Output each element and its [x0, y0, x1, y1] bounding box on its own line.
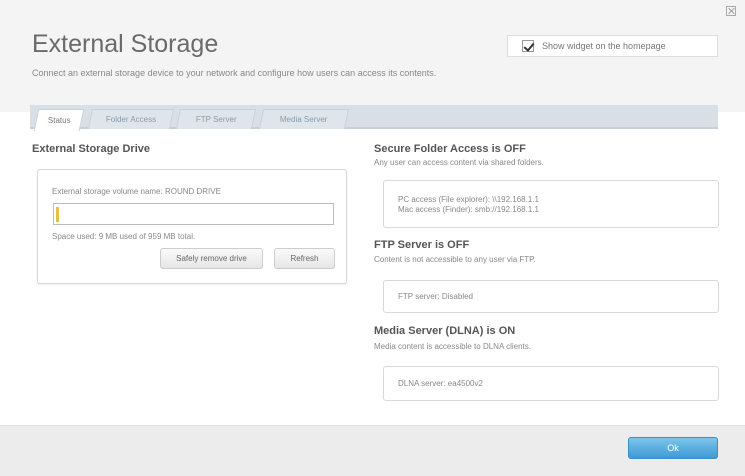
volume-name-input[interactable] [53, 203, 334, 225]
show-widget-label: Show widget on the homepage [542, 41, 666, 51]
tab-status[interactable]: Status [33, 109, 85, 131]
space-used-text: Space used: 9 MB used of 959 MB total. [52, 232, 196, 241]
drive-panel: External storage volume name: ROUND DRIV… [37, 169, 347, 284]
ftp-desc: Content is not accessible to any user vi… [374, 255, 536, 264]
ftp-status-text: FTP server: Disabled [398, 292, 473, 301]
show-widget-toggle[interactable]: Show widget on the homepage [507, 35, 718, 57]
volume-name-text: External storage volume name: ROUND DRIV… [52, 187, 221, 196]
secure-folder-heading: Secure Folder Access is OFF [374, 143, 526, 155]
mac-access-text: Mac access (Finder): smb://192.168.1.1 [398, 205, 539, 214]
secure-folder-desc: Any user can access content via shared f… [374, 158, 544, 167]
refresh-button[interactable]: Refresh [274, 248, 335, 269]
show-widget-checkbox[interactable] [522, 40, 534, 52]
dlna-status-box: DLNA server: ea4500v2 [383, 366, 719, 401]
pc-access-text: PC access (File explorer): \\192.168.1.1 [398, 195, 539, 204]
tab-media-server[interactable]: Media Server [258, 109, 350, 129]
tab-media-server-label: Media Server [280, 115, 328, 124]
ftp-status-box: FTP server: Disabled [383, 280, 719, 313]
folder-access-box: PC access (File explorer): \\192.168.1.1… [383, 180, 719, 228]
media-desc: Media content is accessible to DLNA clie… [374, 342, 531, 351]
safely-remove-drive-button[interactable]: Safely remove drive [160, 248, 263, 269]
text-caret [56, 207, 59, 222]
dlna-status-text: DLNA server: ea4500v2 [398, 379, 483, 388]
tab-bar: Status Folder Access FTP Server Media Se… [30, 105, 718, 131]
tab-folder-access-label: Folder Access [105, 115, 157, 124]
tab-status-label: Status [47, 116, 71, 125]
page-subtitle: Connect an external storage device to yo… [32, 68, 437, 78]
page-header: External Storage Connect an external sto… [0, 0, 745, 112]
tab-ftp-server[interactable]: FTP Server [175, 109, 257, 129]
drive-heading: External Storage Drive [32, 143, 150, 155]
media-heading: Media Server (DLNA) is ON [374, 325, 516, 337]
tab-ftp-server-label: FTP Server [195, 115, 237, 124]
tab-folder-access[interactable]: Folder Access [87, 109, 175, 129]
ok-button[interactable]: Ok [628, 437, 718, 459]
page-title: External Storage [32, 30, 219, 58]
close-icon[interactable] [726, 6, 736, 16]
ftp-heading: FTP Server is OFF [374, 239, 470, 251]
